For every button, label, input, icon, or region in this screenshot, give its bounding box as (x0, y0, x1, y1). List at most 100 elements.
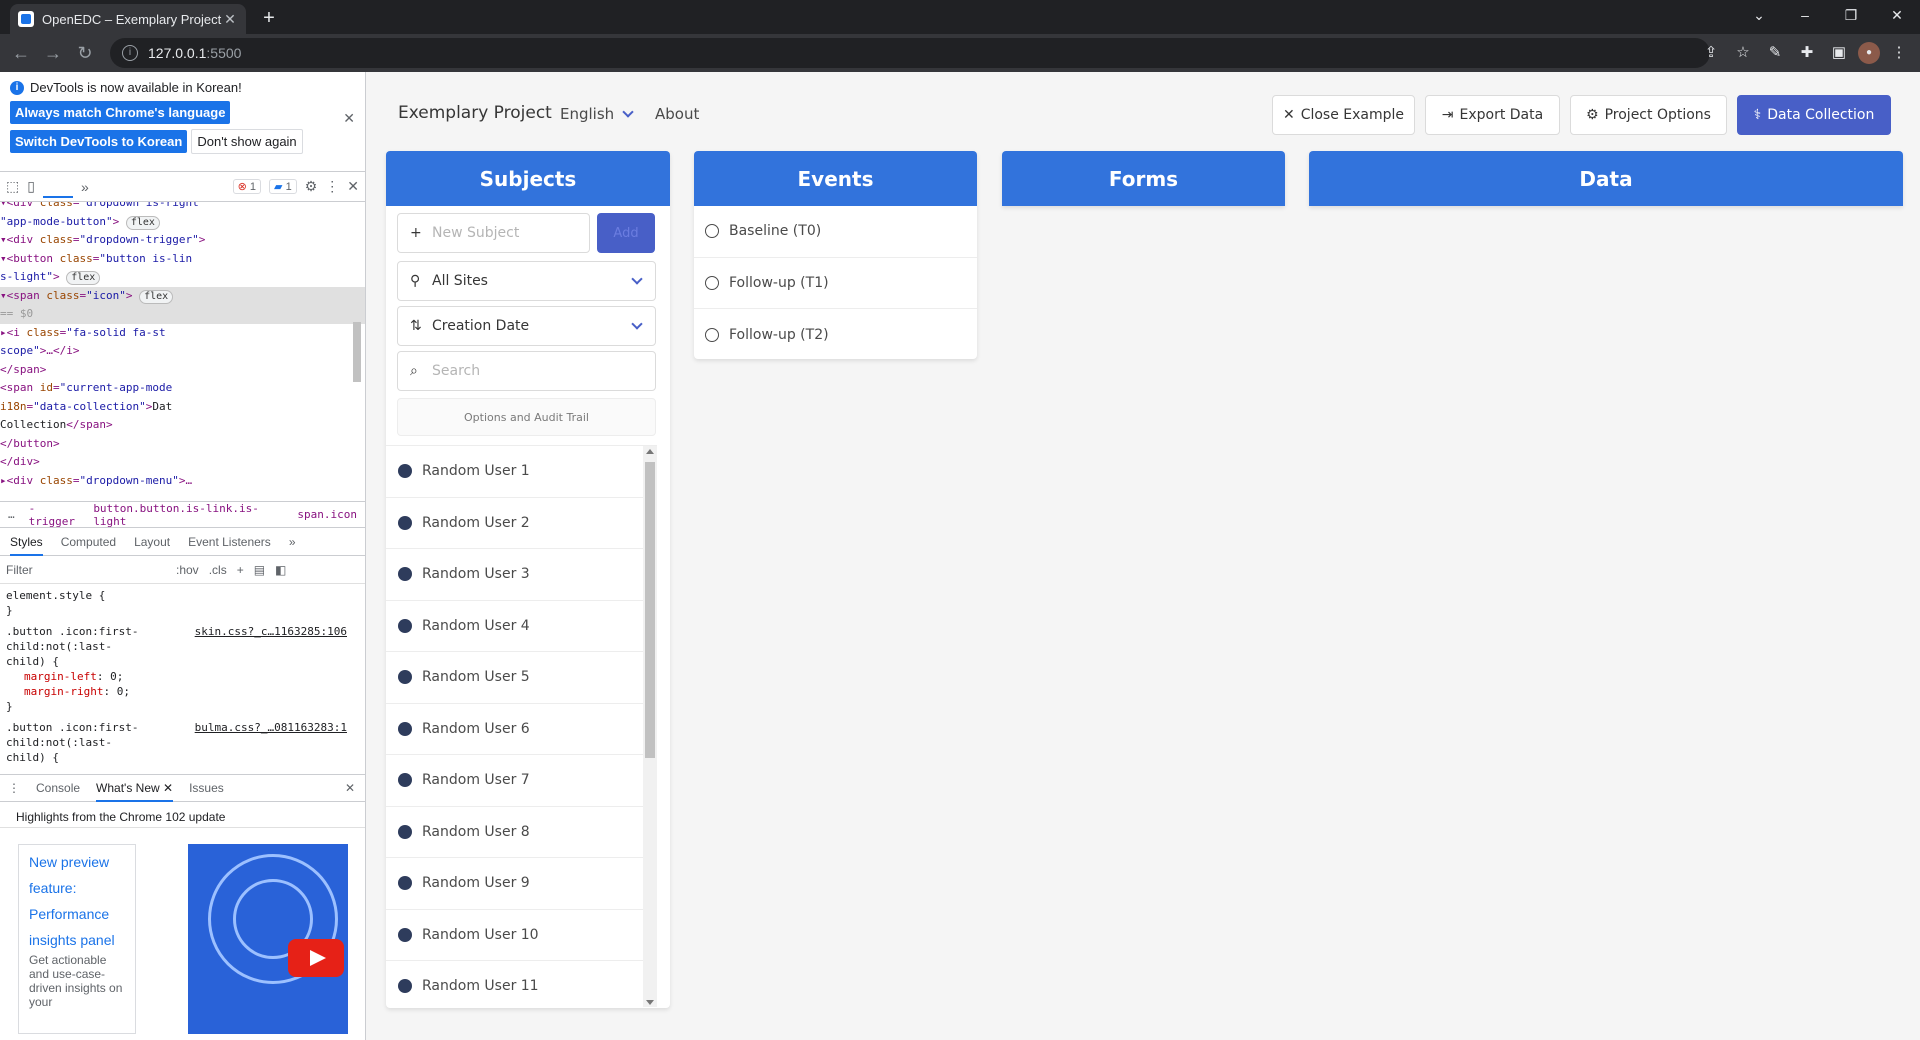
list-item[interactable]: Random User 10 (386, 910, 643, 961)
css-source-link[interactable]: skin.css?_c…1163285:106 (195, 624, 347, 639)
close-tab-icon[interactable]: ✕ (222, 11, 238, 28)
site-info-icon[interactable]: i (122, 45, 138, 61)
cls-toggle[interactable]: .cls (209, 563, 227, 577)
close-icon: ✕ (1282, 107, 1295, 123)
crumb-item[interactable]: span.icon (297, 508, 357, 521)
tab-layout[interactable]: Layout (134, 535, 170, 549)
styles-filter-input[interactable]: Filter (6, 563, 166, 577)
data-collection-button[interactable]: ⚕ Data Collection (1737, 95, 1891, 135)
subject-list-scrollbar[interactable] (643, 446, 657, 1007)
extensions-puzzle-icon[interactable]: ✚ (1794, 40, 1820, 66)
elements-tab[interactable] (42, 176, 73, 198)
bookmark-star-icon[interactable]: ☆ (1730, 40, 1756, 66)
side-panel-icon[interactable]: ▣ (1826, 40, 1852, 66)
more-tabs-icon[interactable]: » (289, 535, 296, 549)
devtools-close-icon[interactable]: ✕ (347, 178, 359, 195)
about-link[interactable]: About (655, 105, 699, 123)
restore-icon[interactable]: ❐ (1828, 0, 1874, 34)
message-badge[interactable]: ▰ 1 (269, 179, 297, 194)
language-dropdown[interactable]: English (560, 105, 634, 123)
devtools-infobar: i DevTools is now available in Korean! Al… (0, 72, 365, 172)
list-item[interactable]: Follow-up (T2) (694, 309, 977, 361)
inspect-icon[interactable]: ⬚ (6, 178, 19, 195)
url-host: 127.0.0.1 (148, 45, 207, 61)
tab-search-icon[interactable]: ⌄ (1736, 0, 1782, 34)
add-subject-button[interactable]: Add (597, 213, 655, 253)
video-thumbnail[interactable] (188, 844, 348, 1034)
error-badge[interactable]: ⊗ 1 (232, 179, 262, 194)
switch-korean-button[interactable]: Switch DevTools to Korean (10, 130, 188, 153)
list-item[interactable]: Random User 3 (386, 549, 643, 601)
devtools-menu-icon[interactable]: ⋮ (325, 178, 339, 195)
styles-pane[interactable]: element.style {} .button .icon:first-chi… (0, 584, 365, 774)
css-source-link[interactable]: bulma.css?_…081163283:1 (195, 720, 347, 735)
search-input[interactable]: ⌕ Search (397, 351, 656, 391)
tab-event-listeners[interactable]: Event Listeners (188, 535, 271, 549)
elements-tree[interactable]: ▾<div class="dropdown is-right "app-mode… (0, 202, 365, 502)
paint-icon[interactable]: ▤ (254, 563, 265, 577)
crumb-item[interactable]: button.button.is-link.is-light (93, 502, 283, 528)
new-tab-icon[interactable]: + (256, 6, 282, 32)
favicon-icon (18, 11, 34, 27)
device-toggle-icon[interactable]: ▯ (27, 178, 35, 195)
tab-console[interactable]: Console (36, 781, 80, 795)
project-options-button[interactable]: ⚙ Project Options (1570, 95, 1727, 135)
share-icon[interactable]: ⇪ (1698, 40, 1724, 66)
breadcrumb: … -trigger button.button.is-link.is-ligh… (0, 502, 365, 528)
events-header: Events (694, 151, 977, 206)
list-item[interactable]: Follow-up (T1) (694, 258, 977, 309)
browser-tab-bar: OpenEDC – Exemplary Project ✕ + ⌄ – ❐ ✕ (0, 0, 1920, 34)
list-item[interactable]: Random User 1 (386, 446, 643, 498)
list-item[interactable]: Random User 6 (386, 704, 643, 755)
add-rule-icon[interactable]: + (237, 563, 244, 577)
list-item[interactable]: Random User 4 (386, 601, 643, 652)
subject-dot-icon (398, 824, 412, 839)
site-select[interactable]: ⚲ All Sites (397, 261, 656, 301)
list-item[interactable]: Random User 9 (386, 858, 643, 910)
tab-whats-new[interactable]: What's New ✕ (96, 781, 174, 802)
tab-computed[interactable]: Computed (61, 535, 116, 549)
gear-icon: ⚙ (1586, 107, 1599, 123)
drawer-menu-icon[interactable]: ⋮ (8, 781, 20, 795)
project-title[interactable]: Exemplary Project (398, 103, 552, 123)
list-item[interactable]: Random User 2 (386, 498, 643, 549)
close-example-button[interactable]: ✕ Close Example (1272, 95, 1415, 135)
tab-styles[interactable]: Styles (10, 535, 43, 556)
list-item[interactable]: Random User 11 (386, 961, 643, 1007)
subjects-header: Subjects (386, 151, 670, 206)
new-subject-input[interactable]: + New Subject (397, 213, 590, 253)
whats-new-link[interactable]: New preview feature: Performance insight… (18, 844, 136, 1034)
reload-icon[interactable]: ↻ (72, 40, 98, 66)
crumb-item[interactable]: -trigger (29, 502, 80, 528)
forward-icon[interactable]: → (40, 40, 66, 66)
tab-issues[interactable]: Issues (189, 781, 224, 795)
browser-tab[interactable]: OpenEDC – Exemplary Project ✕ (10, 4, 246, 34)
more-tabs-icon[interactable]: » (81, 179, 89, 195)
list-item[interactable]: Baseline (T0) (694, 206, 977, 258)
dont-show-button[interactable]: Don't show again (191, 129, 303, 154)
list-item[interactable]: Random User 7 (386, 755, 643, 807)
url-field[interactable]: i 127.0.0.1:5500 (110, 38, 1710, 68)
profile-avatar-icon[interactable]: ● (1858, 42, 1880, 64)
hov-toggle[interactable]: :hov (176, 563, 199, 577)
match-language-button[interactable]: Always match Chrome's language (10, 101, 231, 124)
tab-title: OpenEDC – Exemplary Project (42, 11, 222, 27)
subject-dot-icon (398, 979, 412, 994)
selected-node[interactable]: ▾<span class="icon"> flex (0, 286, 365, 305)
list-item[interactable]: Random User 8 (386, 807, 643, 858)
list-item[interactable]: Random User 5 (386, 652, 643, 704)
minimize-icon[interactable]: – (1782, 0, 1828, 34)
window-controls: ⌄ – ❐ ✕ (1736, 0, 1920, 34)
back-icon[interactable]: ← (8, 40, 34, 66)
menu-kebab-icon[interactable]: ⋮ (1886, 40, 1912, 66)
settings-gear-icon[interactable]: ⚙ (305, 178, 318, 195)
infobar-close-icon[interactable]: ✕ (343, 110, 355, 127)
options-audit-button[interactable]: Options and Audit Trail (397, 398, 656, 436)
elements-scrollbar[interactable] (351, 202, 361, 501)
extension-pen-icon[interactable]: ✎ (1762, 40, 1788, 66)
sidebar-toggle-icon[interactable]: ◧ (275, 563, 286, 577)
export-data-button[interactable]: ⇥ Export Data (1425, 95, 1560, 135)
drawer-close-icon[interactable]: ✕ (345, 781, 355, 795)
sort-select[interactable]: ⇅ Creation Date (397, 306, 656, 346)
close-window-icon[interactable]: ✕ (1874, 0, 1920, 34)
